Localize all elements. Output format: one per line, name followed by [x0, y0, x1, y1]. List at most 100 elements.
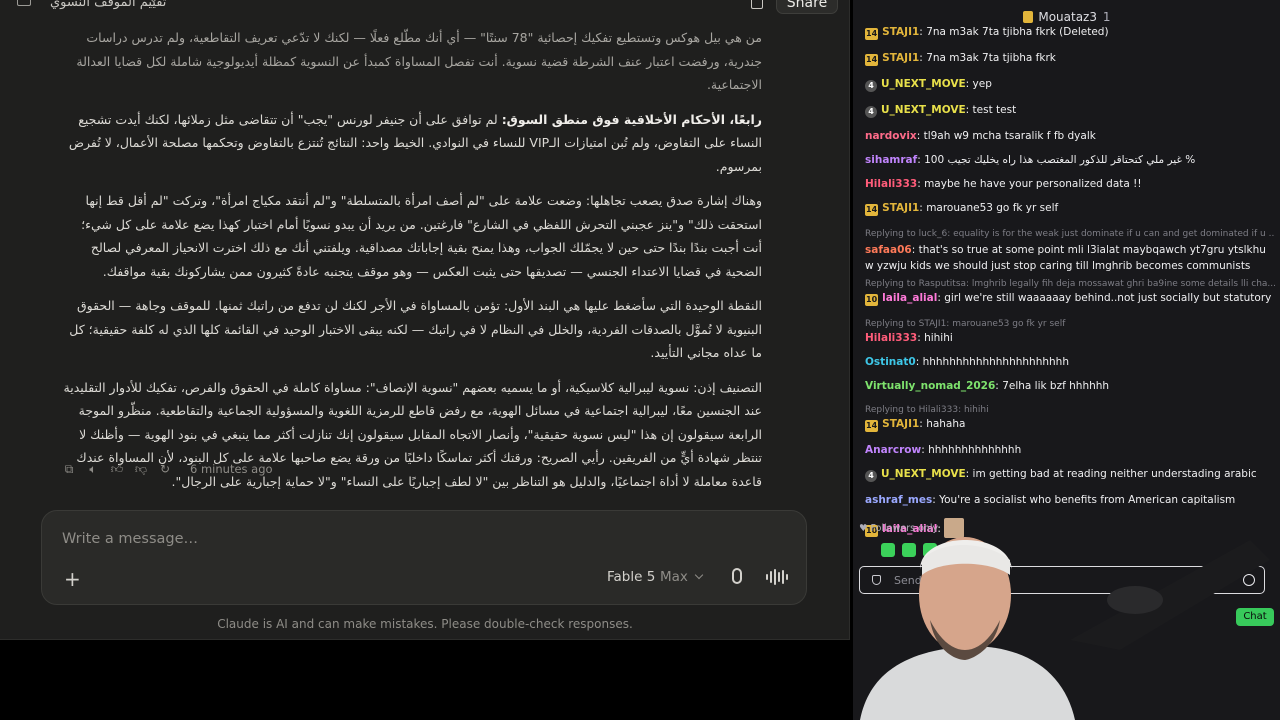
disclaimer-text: Claude is AI and can make mistakes. Plea…: [217, 617, 633, 631]
chat-username[interactable]: laila_alial: [882, 292, 937, 304]
chat-username[interactable]: STAJI1: [882, 52, 919, 64]
chat-username[interactable]: STAJI1: [882, 202, 919, 214]
message-input[interactable]: Write a message…: [62, 531, 198, 547]
message-actions: ⧉ 🔈︎ 👍︎ 👎︎ ↻ 6 minutes ago: [62, 460, 273, 478]
paragraph-text: النقطة الوحيدة التي سأضغط عليها هي البند…: [69, 298, 762, 360]
chat-header: Mouataz3 1: [853, 10, 1280, 24]
chat-message: 14 STAJI1: marouane53 go fk yr self: [865, 202, 1275, 216]
chat-text: hahaha: [926, 418, 966, 430]
reply-context: Replying to luck_6: equality is for the …: [865, 229, 1275, 239]
message-paragraph: من هي بيل هوكس وتستطيع تفكيك إحصائية "78…: [62, 26, 762, 97]
separator: :: [965, 104, 973, 116]
sub-badge-icon: 4: [865, 106, 877, 118]
chat-text: 7elha lik bzf hhhhhh: [1002, 380, 1110, 392]
chat-text: hhhhhhhhhhhhhhhhhhhhhh: [922, 356, 1069, 368]
chat-message: 4 U_NEXT_MOVE: yep: [865, 78, 1275, 92]
separator: :: [911, 244, 919, 256]
separator: :: [916, 130, 924, 142]
chat-message: 10 laila_alial: girl we're still waaaaaay…: [865, 292, 1275, 306]
chat-message: Hilali333: maybe he have your personaliz…: [865, 178, 1275, 190]
chat-username[interactable]: Ostinat0: [865, 356, 916, 368]
top-bar: تقييم الموقف النسوي Share: [0, 0, 849, 16]
voice-mode-icon[interactable]: [766, 569, 788, 585]
sub-badge-icon: [1022, 11, 1033, 23]
chat-message-list: 14 STAJI1: 7na m3ak 7ta tjibha fkrk (Dele…: [865, 26, 1275, 550]
thumbs-up-icon[interactable]: 👍︎: [110, 462, 124, 476]
chat-username[interactable]: sihamraf: [865, 154, 917, 166]
chat-text: 7na m3ak 7ta tjibha fkrk (Deleted): [926, 26, 1109, 38]
message-paragraph: وهناك إشارة صدق يصعب تجاهلها: وضعت علامة…: [62, 189, 762, 283]
chat-username[interactable]: STAJI1: [882, 418, 919, 430]
message-paragraph: النقطة الوحيدة التي سأضغط عليها هي البند…: [62, 294, 762, 365]
chevron-down-icon[interactable]: [694, 570, 704, 580]
retry-icon[interactable]: ↻: [158, 462, 172, 476]
chat-message: Virtually_nomad_2026: 7elha lik bzf hhhh…: [865, 380, 1275, 392]
paragraph-heading: رابعًا، الأحكام الأخلاقية فوق منطق السوق…: [501, 111, 762, 127]
sub-badge-icon: 4: [865, 80, 877, 92]
sidebar-toggle-icon[interactable]: [17, 0, 31, 6]
chat-text: hihihi: [924, 332, 953, 344]
chat-username[interactable]: Virtually_nomad_2026: [865, 380, 995, 392]
chat-text: tl9ah w9 mcha tsaralik f fb dyalk: [923, 130, 1096, 142]
document-icon[interactable]: [751, 0, 763, 9]
chat-username[interactable]: Hilali333: [865, 332, 917, 344]
sub-badge-icon: 14: [865, 204, 879, 216]
chat-text: hhhhhhhhhhhhhh: [928, 444, 1022, 456]
chat-username[interactable]: Hilali333: [865, 178, 917, 190]
chat-message: Hilali333: hihihi: [865, 332, 1275, 344]
conversation-title[interactable]: تقييم الموقف النسوي: [50, 0, 166, 10]
chat-message: 4 U_NEXT_MOVE: im getting bad at reading …: [865, 468, 1275, 482]
sub-badge-icon: 14: [865, 54, 879, 66]
chat-app-window: تقييم الموقف النسوي Share من هي بيل هوكس…: [0, 0, 850, 640]
chat-username[interactable]: U_NEXT_MOVE: [881, 468, 966, 480]
chat-message: 14 STAJI1: 7na m3ak 7ta tjibha fkrk: [865, 52, 1275, 66]
speaker-icon[interactable]: 🔈︎: [86, 462, 100, 476]
chat-message: 14 STAJI1: 7na m3ak 7ta tjibha fkrk (Dele…: [865, 26, 1275, 40]
chat-message: Anarcrow: hhhhhhhhhhhhhh: [865, 444, 1275, 456]
chat-message: nardovix: tl9ah w9 mcha tsaralik f fb dy…: [865, 130, 1275, 142]
chat-message: Ostinat0: hhhhhhhhhhhhhhhhhhhhhh: [865, 356, 1275, 368]
assistant-message: من هي بيل هوكس وتستطيع تفكيك إحصائية "78…: [62, 26, 762, 504]
message-composer: Write a message… + Fable 5 Max: [41, 510, 807, 605]
reply-context: Replying to Rasputitsa: lmghrib legally …: [865, 279, 1275, 289]
share-button[interactable]: Share: [776, 0, 838, 14]
chat-username[interactable]: STAJI1: [882, 26, 919, 38]
chat-username[interactable]: U_NEXT_MOVE: [881, 78, 966, 90]
chat-text: test test: [972, 104, 1017, 116]
separator: :: [965, 78, 973, 90]
chat-username[interactable]: safaa06: [865, 244, 912, 256]
chat-text: girl we're still waaaaaay behind..not ju…: [944, 292, 1272, 304]
paragraph-text: من هي بيل هوكس وتستطيع تفكيك إحصائية "78…: [76, 30, 762, 92]
webcam-overlay: [860, 537, 1270, 720]
copy-icon[interactable]: ⧉: [62, 462, 76, 476]
chat-text: maybe he have your personalized data !!: [924, 178, 1142, 190]
sub-badge-icon: 10: [865, 294, 879, 306]
sub-badge-icon: 4: [865, 470, 877, 482]
thumbs-down-icon[interactable]: 👎︎: [134, 462, 148, 476]
chat-text: 7na m3ak 7ta tjibha fkrk: [926, 52, 1056, 64]
model-selector[interactable]: Fable 5: [607, 569, 655, 585]
message-paragraph: رابعًا، الأحكام الأخلاقية فوق منطق السوق…: [62, 108, 762, 179]
chat-text: marouane53 go fk yr self: [926, 202, 1059, 214]
microphone-icon[interactable]: [732, 568, 742, 584]
header-user[interactable]: Mouataz3: [1038, 10, 1097, 24]
chat-text: that's so true at some point mli l3ialat…: [865, 244, 1266, 272]
chat-message: 14 STAJI1: hahaha: [865, 418, 1275, 432]
paragraph-text: وهناك إشارة صدق يصعب تجاهلها: وضعت علامة…: [81, 193, 762, 279]
chat-username[interactable]: U_NEXT_MOVE: [881, 104, 966, 116]
chat-username[interactable]: Anarcrow: [865, 444, 921, 456]
reply-context: Replying to Hilali333: hihihi: [865, 405, 989, 415]
chat-message: safaa06: that's so true at some point ml…: [865, 242, 1275, 274]
chat-text: im getting bad at reading neither unders…: [972, 468, 1257, 480]
effort-selector[interactable]: Max: [660, 569, 688, 585]
chat-message: sihamraf: 100 غير ملي كتحتاقر للذكور الم…: [865, 154, 1275, 166]
reply-context: Replying to STAJI1: marouane53 go fk yr …: [865, 319, 1066, 329]
chat-username[interactable]: nardovix: [865, 130, 917, 142]
chat-text: 100 غير ملي كتحتاقر للذكور المغتصب هذا ر…: [924, 154, 1196, 166]
header-count: 1: [1102, 10, 1111, 24]
chat-message: 4 U_NEXT_MOVE: test test: [865, 104, 1275, 118]
sub-badge-icon: 14: [865, 28, 879, 40]
add-attachment-button[interactable]: +: [64, 567, 81, 591]
separator: :: [915, 356, 923, 368]
chat-text: yep: [972, 78, 992, 90]
